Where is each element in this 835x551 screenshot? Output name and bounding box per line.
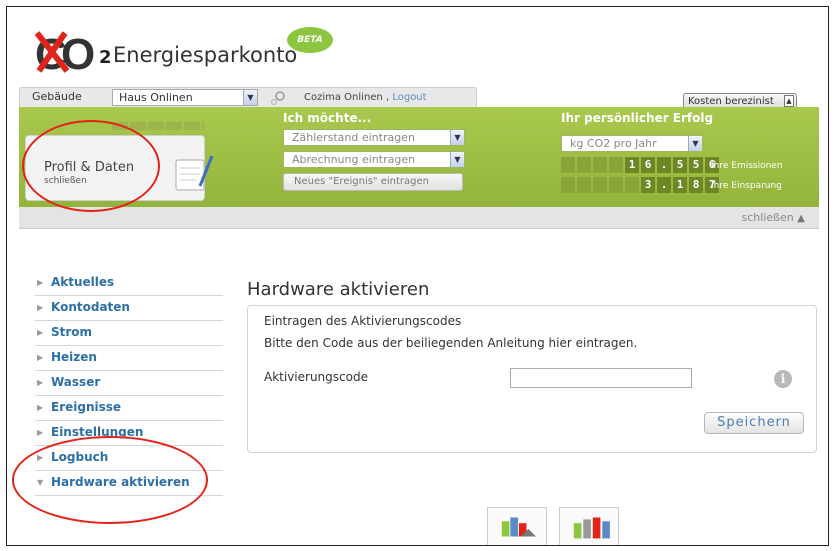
panel-heading: Eintragen des Aktivierungscodes — [264, 314, 462, 328]
highlight-ring-profile — [22, 120, 160, 212]
save-button[interactable]: Speichern — [704, 412, 804, 434]
activation-code-input[interactable] — [510, 368, 692, 388]
bill-select[interactable]: Abrechnung eintragen ▼ — [283, 151, 465, 168]
co2-logo-icon: C O — [35, 30, 95, 75]
activation-panel: Eintragen des Aktivierungscodes Bitte de… — [247, 305, 817, 453]
brand-name: Energiesparkonto — [113, 43, 298, 67]
sidebar-item-strom[interactable]: ▶ Strom — [35, 321, 223, 346]
building-select-value: Haus Onlinen — [119, 91, 193, 104]
building-bar: Gebäude Haus Onlinen ▼ Cozima Onlinen , … — [19, 87, 477, 107]
meter-reading-select-value: Zählerstand eintragen — [292, 131, 415, 144]
info-icon[interactable]: i — [774, 370, 792, 388]
user-icon — [270, 91, 285, 106]
chevron-right-icon: ▶ — [37, 353, 44, 362]
chevron-down-icon[interactable]: ▼ — [450, 130, 464, 145]
emissions-counter: 1 6 . 5 5 6 — [561, 157, 719, 173]
logo-subscript: 2 — [99, 47, 112, 68]
chevron-right-icon: ▶ — [37, 428, 44, 437]
highlight-ring-hardware — [12, 436, 208, 524]
chevron-right-icon: ▶ — [37, 278, 44, 287]
beta-badge: BETA — [287, 27, 333, 53]
chevron-right-icon: ▶ — [37, 378, 44, 387]
user-info: Cozima Onlinen , Logout — [304, 92, 427, 103]
bill-select-value: Abrechnung eintragen — [292, 153, 416, 166]
unit-select-value: kg CO2 pro Jahr — [570, 137, 657, 150]
unit-select[interactable]: kg CO2 pro Jahr ▼ — [561, 135, 703, 152]
activation-code-label: Aktivierungscode — [264, 370, 368, 384]
savings-label: Ihre Einsparung — [711, 181, 782, 191]
bar-chart-thumbnail-icon[interactable] — [559, 507, 619, 546]
sidebar-item-wasser[interactable]: ▶ Wasser — [35, 371, 223, 396]
user-name: Cozima Onlinen , — [304, 92, 390, 103]
building-chart-thumbnail-icon[interactable] — [487, 507, 547, 546]
want-heading: Ich möchte... — [283, 111, 372, 125]
panel-description: Bitte den Code aus der beiliegenden Anle… — [264, 336, 638, 350]
sidebar-item-ereignisse[interactable]: ▶ Ereignisse — [35, 396, 223, 421]
building-select[interactable]: Haus Onlinen ▼ — [112, 89, 258, 106]
spinner-icon[interactable]: ▲ — [784, 95, 794, 107]
kosten-select-value: Kosten berezinist — [688, 96, 774, 107]
chevron-up-icon: ▲ — [797, 213, 805, 224]
chevron-down-icon[interactable]: ▼ — [688, 136, 702, 151]
logout-link[interactable]: Logout — [392, 92, 426, 103]
quick-panel-footer: schließen ▲ — [19, 207, 819, 229]
chevron-right-icon: ▶ — [37, 403, 44, 412]
new-event-button[interactable]: Neues "Ereignis" eintragen — [283, 173, 463, 191]
success-heading: Ihr persönlicher Erfolg — [561, 111, 714, 125]
sidebar-item-kontodaten[interactable]: ▶ Kontodaten — [35, 296, 223, 321]
chevron-down-icon[interactable]: ▼ — [243, 90, 257, 105]
chevron-right-icon: ▶ — [37, 328, 44, 337]
collapse-label: schließen — [741, 211, 794, 224]
chevron-down-icon[interactable]: ▼ — [450, 152, 464, 167]
building-label: Gebäude — [32, 90, 82, 103]
notepad-pencil-icon — [175, 155, 214, 191]
chevron-right-icon: ▶ — [37, 303, 44, 312]
page-title: Hardware aktivieren — [247, 279, 430, 300]
sidebar-item-heizen[interactable]: ▶ Heizen — [35, 346, 223, 371]
sidebar-item-aktuelles[interactable]: ▶ Aktuelles — [35, 271, 223, 296]
savings-counter: 3 . 1 8 7 — [561, 177, 719, 193]
collapse-panel-button[interactable]: schließen ▲ — [741, 211, 805, 224]
meter-reading-select[interactable]: Zählerstand eintragen ▼ — [283, 129, 465, 146]
emissions-label: Ihre Emissionen — [711, 161, 783, 171]
